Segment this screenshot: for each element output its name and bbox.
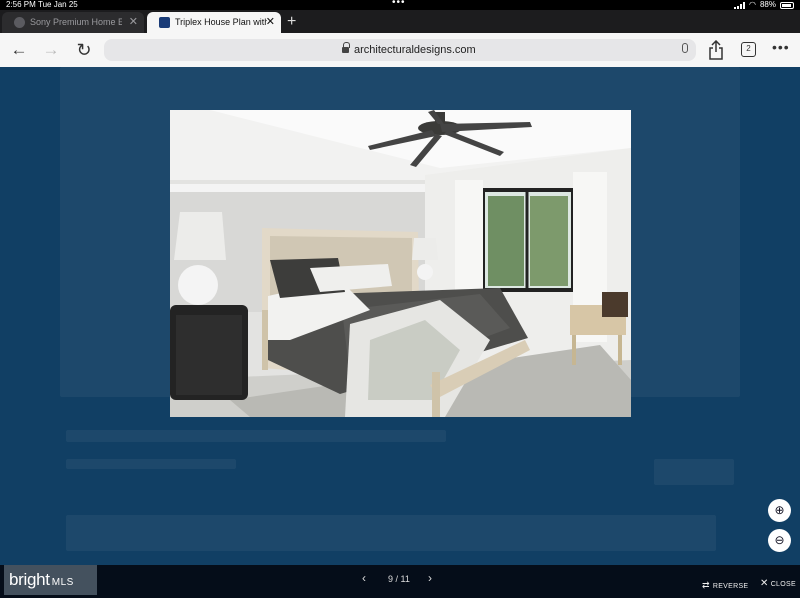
reverse-button[interactable]: ⇄ REVERSE (702, 580, 748, 591)
site-favicon-icon (159, 17, 170, 28)
photo-counter: 9 / 11 (388, 574, 410, 584)
zoom-out-icon[interactable]: ⊖ (768, 529, 791, 552)
tab-triplex[interactable]: Triplex House Plan with I ✕ (147, 12, 281, 33)
zoom-in-icon[interactable]: ⊕ (768, 499, 791, 522)
reload-icon[interactable]: ↻ (73, 39, 95, 61)
tab-switcher-button[interactable]: 2 (741, 42, 756, 57)
reverse-icon: ⇄ (702, 580, 710, 590)
more-options-icon[interactable]: ••• (772, 39, 790, 55)
bright-mls-logo: bright MLS (4, 565, 97, 595)
photo-viewer-overlay: ⊕ ⊖ (0, 67, 800, 565)
background-page-content (66, 459, 236, 469)
battery-percent: 88% (759, 0, 776, 9)
share-icon[interactable] (708, 40, 724, 60)
battery-icon (780, 1, 794, 9)
tab-sony[interactable]: Sony Premium Home Ent ✕ (2, 12, 144, 33)
wifi-icon: ◠ (749, 0, 756, 9)
address-bar[interactable]: architecturaldesigns.com (104, 39, 696, 61)
close-icon: ✕ (760, 578, 769, 589)
logo-suffix: MLS (51, 577, 74, 588)
close-label: CLOSE (770, 581, 796, 588)
viewer-bottom-bar: bright MLS ‹ 9 / 11 › ⇄ REVERSE ✕ CLOSE (0, 565, 800, 598)
multitasking-dots-icon[interactable]: ••• (392, 0, 406, 8)
bedroom-image (170, 110, 631, 417)
background-page-content (66, 430, 446, 442)
tab-bar: Sony Premium Home Ent ✕ Triplex House Pl… (0, 10, 800, 33)
new-tab-plus-icon[interactable]: + (287, 10, 296, 33)
background-page-content (66, 515, 716, 551)
back-arrow-icon[interactable]: ← (8, 39, 30, 61)
previous-photo-chevron-icon[interactable]: ‹ (362, 571, 366, 585)
browser-toolbar: ← → ↻ architecturaldesigns.com 2 ••• (0, 33, 800, 67)
close-tab-icon[interactable]: ✕ (129, 12, 138, 33)
close-tab-icon[interactable]: ✕ (266, 12, 275, 33)
status-bar: 2:56 PM Tue Jan 25 ••• ◠ 88% (0, 0, 800, 10)
globe-icon (14, 17, 25, 28)
next-photo-chevron-icon[interactable]: › (428, 571, 432, 585)
status-date: Tue Jan 25 (38, 0, 78, 9)
tab-title: Sony Premium Home Ent (30, 17, 122, 27)
lock-icon (342, 42, 350, 53)
cellular-signal-icon (734, 1, 745, 9)
reverse-label: REVERSE (712, 583, 749, 590)
tab-title: Triplex House Plan with I (175, 17, 267, 27)
microphone-icon[interactable] (682, 43, 688, 53)
close-viewer-button[interactable]: ✕ CLOSE (760, 578, 796, 589)
status-time: 2:56 PM (6, 0, 36, 9)
background-page-content (654, 459, 734, 485)
listing-photo (170, 110, 631, 417)
url-text: architecturaldesigns.com (354, 44, 476, 56)
status-indicators: ◠ 88% (734, 0, 794, 10)
logo-text: bright (9, 570, 50, 589)
forward-arrow-icon[interactable]: → (40, 39, 62, 61)
